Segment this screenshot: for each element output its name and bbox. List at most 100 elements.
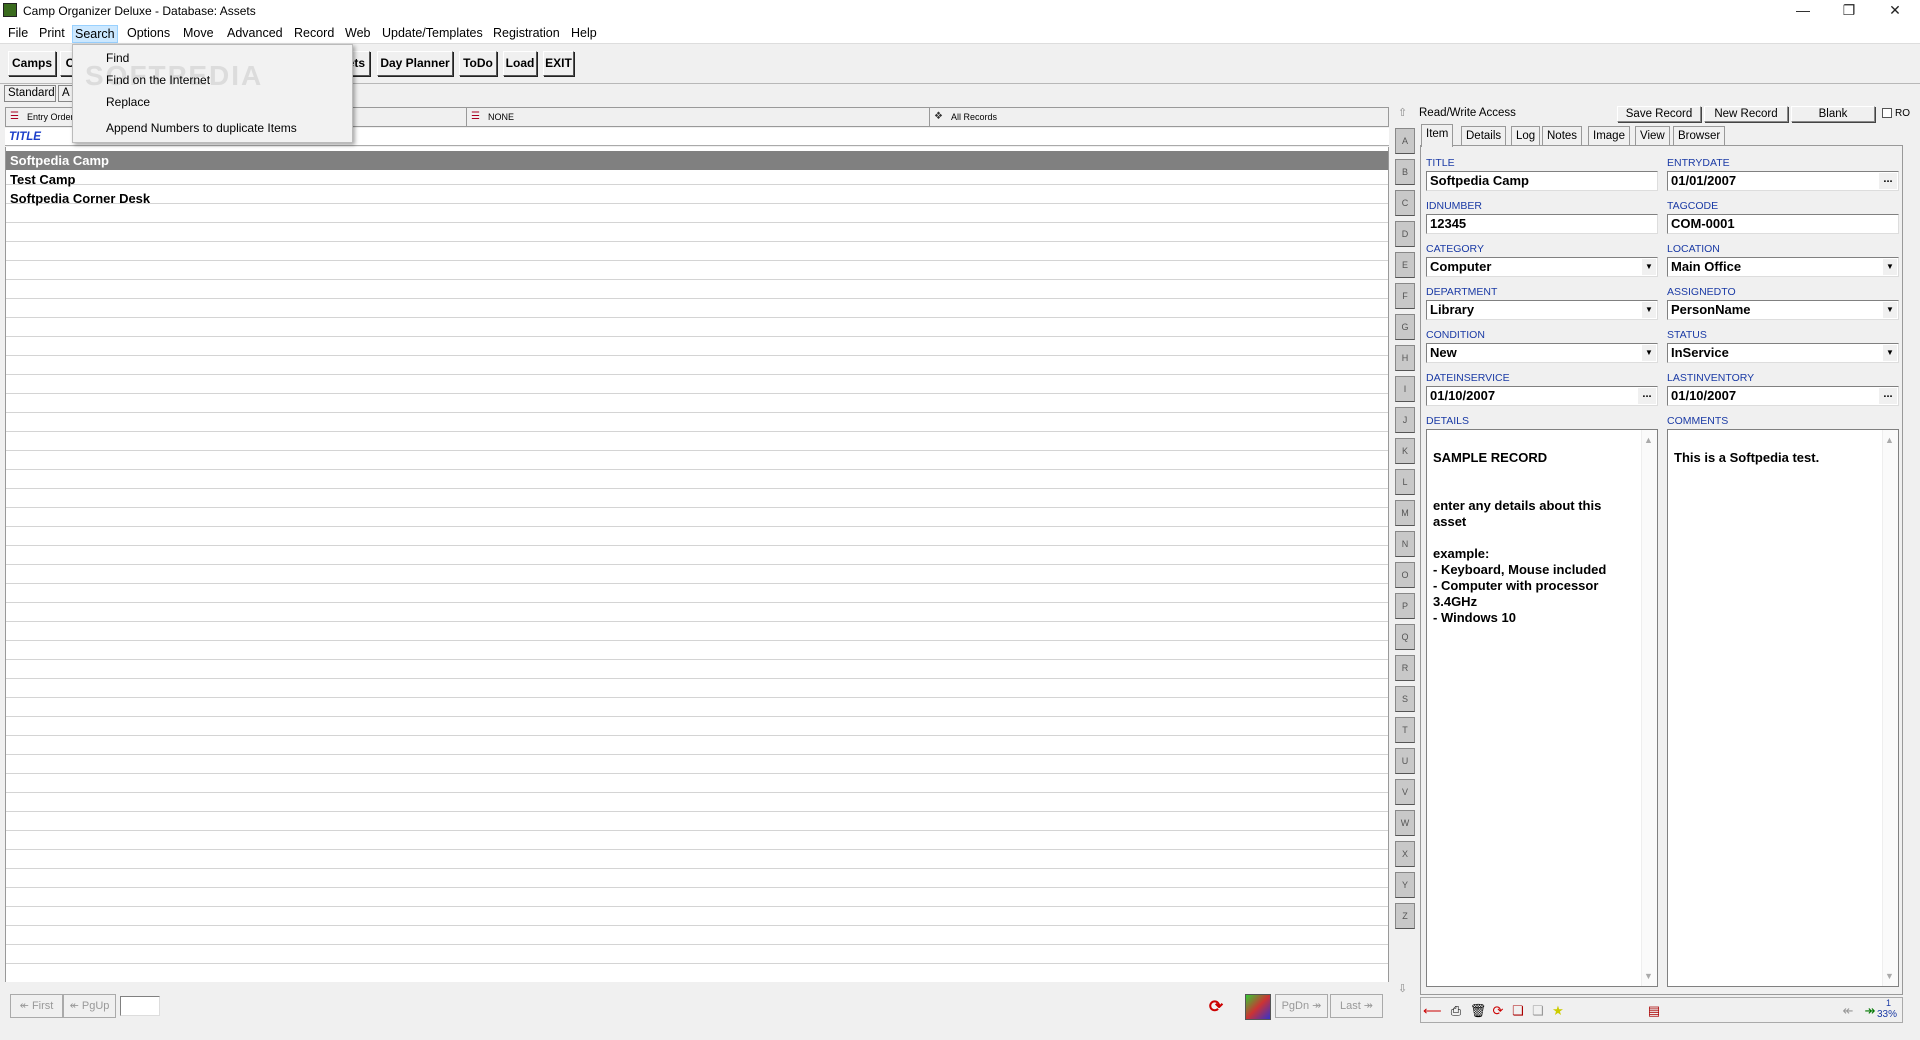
menu-web[interactable]: Web [343, 25, 372, 41]
tab-view[interactable]: View [1635, 126, 1670, 146]
chevron-down-icon[interactable]: ▼ [1642, 259, 1656, 275]
menu-item-find-internet[interactable]: Find on the Internet [106, 73, 210, 87]
date-picker-button[interactable]: ... [1879, 173, 1897, 189]
status-select[interactable]: InService ▼ [1667, 343, 1899, 363]
menu-advanced[interactable]: Advanced [225, 25, 285, 41]
pgdn-button[interactable]: PgDn ↠ [1275, 994, 1328, 1018]
menu-file[interactable]: File [6, 25, 30, 41]
pgup-button[interactable]: ↞ PgUp [63, 994, 116, 1018]
export-icon[interactable]: ▤ [1645, 1002, 1663, 1020]
scroll-up-icon[interactable]: ⇧ [1398, 106, 1407, 119]
restore-button[interactable]: ❐ [1826, 0, 1872, 22]
menu-print[interactable]: Print [37, 25, 67, 41]
alpha-index-j[interactable]: J [1395, 407, 1415, 433]
list-item[interactable]: Softpedia Corner Desk [6, 189, 1388, 208]
refresh-icon[interactable]: ⟳ [1205, 997, 1227, 1019]
new-record-button[interactable]: New Record [1704, 106, 1788, 122]
alpha-index-x[interactable]: X [1395, 841, 1415, 867]
alpha-index-p[interactable]: P [1395, 593, 1415, 619]
alpha-index-e[interactable]: E [1395, 252, 1415, 278]
details-scrollbar[interactable]: ▲ ▼ [1641, 430, 1657, 986]
condition-select[interactable]: New ▼ [1426, 343, 1658, 363]
chevron-down-icon[interactable]: ▼ [1642, 302, 1656, 318]
trash-icon[interactable]: 🗑 [1469, 1002, 1487, 1020]
menu-move[interactable]: Move [181, 25, 216, 41]
alpha-index-v[interactable]: V [1395, 779, 1415, 805]
date-picker-button[interactable]: ... [1638, 388, 1656, 404]
chevron-down-icon[interactable]: ▼ [1883, 259, 1897, 275]
blank-button[interactable]: Blank [1791, 106, 1875, 122]
load-button[interactable]: Load [503, 51, 537, 76]
tab-details[interactable]: Details [1461, 126, 1507, 146]
alpha-index-n[interactable]: N [1395, 531, 1415, 557]
alpha-index-q[interactable]: Q [1395, 624, 1415, 650]
alpha-index-y[interactable]: Y [1395, 872, 1415, 898]
tab-browser[interactable]: Browser [1673, 126, 1726, 146]
list-item[interactable]: Test Camp [6, 170, 1388, 189]
record-list[interactable]: Softpedia Camp Test Camp Softpedia Corne… [5, 147, 1389, 982]
tab-image[interactable]: Image [1588, 126, 1630, 146]
lastinventory-field[interactable]: 01/10/2007... [1667, 386, 1899, 406]
comments-scrollbar[interactable]: ▲ ▼ [1882, 430, 1898, 986]
ro-checkbox[interactable] [1882, 108, 1892, 118]
title-field[interactable]: Softpedia Camp [1426, 171, 1658, 191]
camps-button[interactable]: Camps [8, 51, 56, 76]
alpha-index-u[interactable]: U [1395, 748, 1415, 774]
filter-selector[interactable]: ☰ NONE [467, 108, 930, 126]
department-select[interactable]: Library ▼ [1426, 300, 1658, 320]
entrydate-field[interactable]: 01/01/2007... [1667, 171, 1899, 191]
alpha-index-a[interactable]: A [1395, 128, 1415, 154]
scroll-down-icon[interactable]: ⇩ [1398, 982, 1407, 995]
alpha-index-i[interactable]: I [1395, 376, 1415, 402]
copy-record-icon[interactable]: ❏ [1509, 1002, 1527, 1020]
exit-button[interactable]: EXIT [543, 51, 574, 76]
alpha-index-z[interactable]: Z [1395, 903, 1415, 929]
date-picker-button[interactable]: ... [1879, 388, 1897, 404]
alpha-index-c[interactable]: C [1395, 190, 1415, 216]
alpha-index-t[interactable]: T [1395, 717, 1415, 743]
alpha-index-o[interactable]: O [1395, 562, 1415, 588]
close-button[interactable]: ✕ [1872, 0, 1918, 22]
alpha-index-f[interactable]: F [1395, 283, 1415, 309]
alpha-index-s[interactable]: S [1395, 686, 1415, 712]
alpha-index-h[interactable]: H [1395, 345, 1415, 371]
save-record-button[interactable]: Save Record [1617, 106, 1701, 122]
menu-update-templates[interactable]: Update/Templates [380, 25, 485, 41]
details-textarea[interactable]: SAMPLE RECORD enter any details about th… [1426, 429, 1658, 987]
menu-item-replace[interactable]: Replace [106, 95, 150, 109]
alpha-index-l[interactable]: L [1395, 469, 1415, 495]
menu-help[interactable]: Help [569, 25, 599, 41]
lightbulb-icon[interactable]: ★ [1549, 1002, 1567, 1020]
alpha-index-r[interactable]: R [1395, 655, 1415, 681]
day-planner-button[interactable]: Day Planner [377, 51, 453, 76]
alpha-index-k[interactable]: K [1395, 438, 1415, 464]
colors-icon[interactable] [1245, 994, 1271, 1020]
back-arrow-icon[interactable]: ⟵ [1423, 1002, 1442, 1020]
chevron-down-icon[interactable]: ▼ [1642, 345, 1656, 361]
alpha-index-w[interactable]: W [1395, 810, 1415, 836]
goto-record-input[interactable] [120, 996, 160, 1016]
tab-log[interactable]: Log [1511, 126, 1541, 146]
dateinservice-field[interactable]: 01/10/2007... [1426, 386, 1658, 406]
location-select[interactable]: Main Office ▼ [1667, 257, 1899, 277]
tagcode-field[interactable]: COM-0001 [1667, 214, 1899, 234]
tab-item[interactable]: Item [1421, 124, 1454, 147]
view-standard[interactable]: Standard [4, 85, 56, 102]
minimize-button[interactable]: — [1780, 0, 1826, 22]
alpha-index-g[interactable]: G [1395, 314, 1415, 340]
category-select[interactable]: Computer ▼ [1426, 257, 1658, 277]
last-button[interactable]: Last ↠ [1330, 994, 1383, 1018]
alpha-index-d[interactable]: D [1395, 221, 1415, 247]
print-icon[interactable]: ⎙ [1447, 1002, 1465, 1020]
alpha-index-b[interactable]: B [1395, 159, 1415, 185]
chevron-down-icon[interactable]: ▼ [1883, 302, 1897, 318]
todo-button[interactable]: ToDo [459, 51, 497, 76]
menu-record[interactable]: Record [292, 25, 336, 41]
menu-registration[interactable]: Registration [491, 25, 562, 41]
menu-search[interactable]: Search [72, 25, 118, 43]
menu-item-find[interactable]: Find [106, 51, 129, 65]
assignedto-select[interactable]: PersonName ▼ [1667, 300, 1899, 320]
paste-record-icon[interactable]: ❏ [1529, 1002, 1547, 1020]
refresh-icon[interactable]: ⟳ [1489, 1002, 1507, 1020]
list-item[interactable]: Softpedia Camp [6, 151, 1388, 170]
